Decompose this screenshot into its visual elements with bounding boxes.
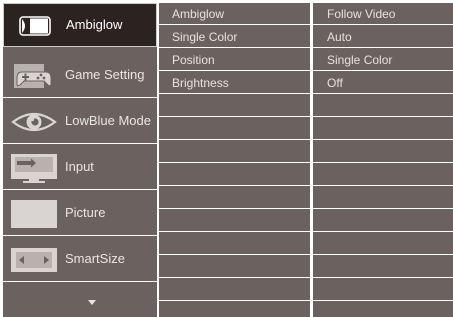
value-empty-row — [313, 279, 453, 301]
value-item-label: Single Color — [327, 53, 393, 67]
sidebar-item-smartsize[interactable]: SmartSize — [3, 238, 157, 282]
value-empty-row — [313, 210, 453, 232]
submenu-item-brightness[interactable]: Brightness — [159, 72, 310, 94]
submenu-empty-row — [159, 210, 310, 232]
value-item-label: Off — [327, 76, 343, 90]
value-empty-row — [313, 187, 453, 209]
value-empty-row — [313, 95, 453, 117]
submenu-item-ambiglow[interactable]: Ambiglow — [159, 3, 310, 25]
submenu-empty-row — [159, 164, 310, 186]
scroll-down-button[interactable] — [3, 286, 157, 317]
value-item-auto[interactable]: Auto — [313, 26, 453, 48]
submenu-empty-row — [159, 233, 310, 255]
value-empty-row — [313, 256, 453, 278]
submenu-item-label: Ambiglow — [172, 7, 225, 21]
picture-icon — [11, 200, 57, 228]
value-item-label: Follow Video — [327, 7, 396, 21]
value-item-off[interactable]: Off — [313, 72, 453, 94]
submenu-empty-row — [159, 118, 310, 140]
submenu-item-position[interactable]: Position — [159, 49, 310, 71]
sidebar-item-lowblue-mode[interactable]: LowBlue Mode — [3, 100, 157, 144]
submenu-item-label: Brightness — [172, 76, 229, 90]
smartsize-icon — [11, 248, 57, 272]
sidebar-item-label: Input — [65, 159, 94, 174]
sidebar-item-ambiglow[interactable]: Ambiglow — [3, 3, 157, 47]
sidebar-item-label: SmartSize — [65, 251, 125, 266]
value-item-label: Auto — [327, 30, 352, 44]
value-empty-row — [313, 141, 453, 163]
value-item-follow-video[interactable]: Follow Video — [313, 3, 453, 25]
sidebar-item-label: LowBlue Mode — [65, 113, 151, 128]
value-empty-row — [313, 118, 453, 140]
sidebar-item-picture[interactable]: Picture — [3, 192, 157, 236]
eye-icon — [11, 112, 57, 132]
submenu-item-label: Single Color — [172, 30, 238, 44]
submenu-empty-row — [159, 187, 310, 209]
sidebar-item-label: Ambiglow — [66, 17, 123, 32]
submenu-empty-row — [159, 95, 310, 117]
value-empty-row — [313, 233, 453, 255]
submenu-empty-row — [159, 141, 310, 163]
value-empty-row — [313, 164, 453, 186]
chevron-down-icon — [88, 300, 96, 305]
submenu-empty-row — [159, 279, 310, 301]
submenu-empty-row — [159, 256, 310, 278]
sidebar-item-input[interactable]: Input — [3, 146, 157, 190]
sidebar-item-label: Picture — [65, 205, 106, 220]
value-column: Follow Video Auto Single Color Off — [313, 3, 453, 317]
sidebar-item-label: Game Setting — [65, 67, 145, 82]
sidebar-item-game-setting[interactable]: Game Setting — [3, 54, 157, 98]
gamepad-icon — [14, 64, 52, 88]
input-icon — [11, 154, 57, 183]
main-menu-sidebar: Ambiglow Game Setting LowBlue Mode Input… — [3, 3, 157, 317]
submenu-column: Ambiglow Single Color Position Brightnes… — [159, 3, 310, 317]
submenu-item-single-color[interactable]: Single Color — [159, 26, 310, 48]
osd-menu: Ambiglow Game Setting LowBlue Mode Input… — [3, 3, 453, 317]
value-item-single-color[interactable]: Single Color — [313, 49, 453, 71]
submenu-item-label: Position — [172, 53, 215, 67]
ambiglow-icon — [19, 16, 51, 36]
